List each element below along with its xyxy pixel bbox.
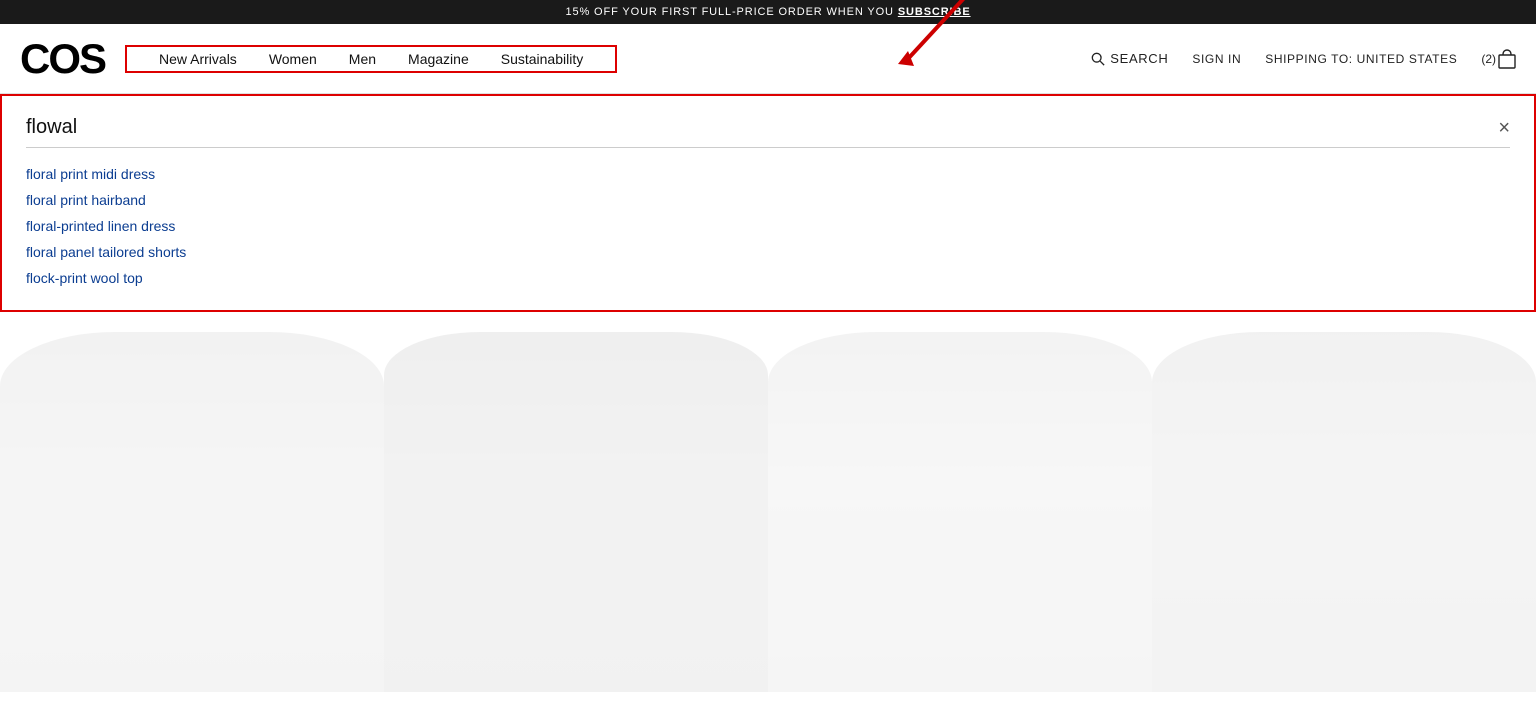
nav-item-women[interactable]: Women	[253, 51, 333, 67]
search-close-button[interactable]: ×	[1498, 118, 1510, 138]
search-input-row: ×	[26, 116, 1510, 148]
logo[interactable]: COS	[20, 38, 105, 80]
product-card-1[interactable]	[0, 332, 384, 692]
bag-icon	[1498, 49, 1516, 69]
top-banner: 15% OFF YOUR FIRST FULL-PRICE ORDER WHEN…	[0, 0, 1536, 24]
nav-item-men[interactable]: Men	[333, 51, 392, 67]
suggestion-item[interactable]: floral print midi dress	[26, 166, 1510, 182]
nav-item-magazine[interactable]: Magazine	[392, 51, 485, 67]
search-dropdown: × floral print midi dress floral print h…	[0, 94, 1536, 312]
products-row	[0, 312, 1536, 692]
product-card-4[interactable]	[1152, 332, 1536, 692]
product-card-2[interactable]	[384, 332, 768, 692]
product-image-2	[384, 332, 768, 692]
search-button[interactable]: SEARCH	[1091, 51, 1168, 66]
suggestions-list: floral print midi dress floral print hai…	[26, 166, 1510, 286]
sign-in-button[interactable]: SIGN IN	[1192, 52, 1241, 66]
nav-item-new-arrivals[interactable]: New Arrivals	[143, 51, 253, 67]
main-nav: New Arrivals Women Men Magazine Sustaina…	[125, 45, 617, 73]
suggestion-item[interactable]: flock-print wool top	[26, 270, 1510, 286]
product-image-3	[768, 332, 1152, 692]
search-label: SEARCH	[1110, 51, 1168, 66]
suggestion-item[interactable]: floral panel tailored shorts	[26, 244, 1510, 260]
cart-button[interactable]: (2)	[1481, 49, 1516, 69]
product-card-3[interactable]	[768, 332, 1152, 692]
banner-text: 15% OFF YOUR FIRST FULL-PRICE ORDER WHEN…	[565, 6, 897, 18]
suggestion-item[interactable]: floral-printed linen dress	[26, 218, 1510, 234]
nav-item-sustainability[interactable]: Sustainability	[485, 51, 600, 67]
search-input[interactable]	[26, 116, 1498, 139]
subscribe-link[interactable]: SUBSCRIBE	[898, 6, 971, 18]
header-right: SEARCH SIGN IN SHIPPING TO: UNITED STATE…	[1091, 49, 1516, 69]
search-icon	[1091, 52, 1105, 66]
cart-count: (2)	[1481, 52, 1496, 66]
shipping-selector[interactable]: SHIPPING TO: UNITED STATES	[1265, 52, 1457, 66]
suggestion-item[interactable]: floral print hairband	[26, 192, 1510, 208]
product-image-1	[0, 332, 384, 692]
product-image-4	[1152, 332, 1536, 692]
header: COS New Arrivals Women Men Magazine Sust…	[0, 24, 1536, 94]
